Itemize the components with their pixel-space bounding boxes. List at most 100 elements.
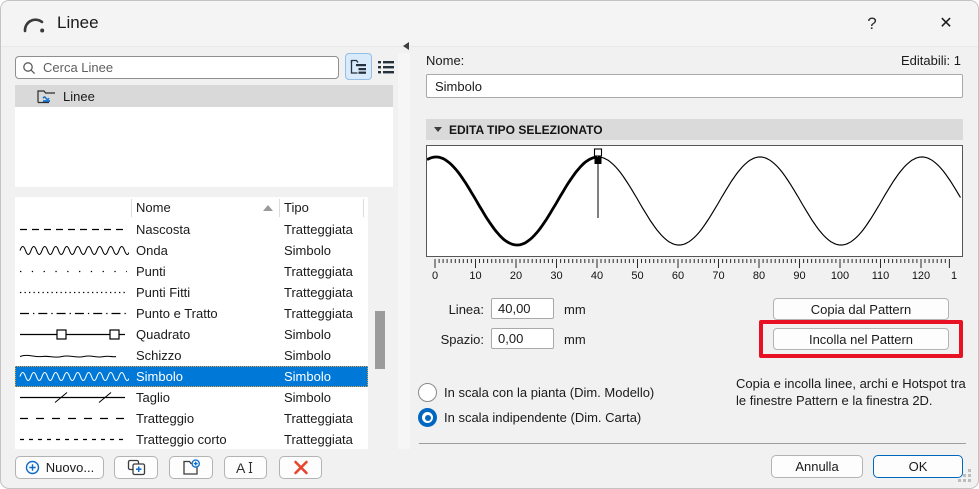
sort-ascending-icon bbox=[263, 205, 273, 211]
paste-to-pattern-button[interactable]: Incolla nel Pattern bbox=[773, 328, 949, 350]
row-type: Simbolo bbox=[284, 243, 331, 258]
tree-view-toggle[interactable] bbox=[345, 53, 372, 80]
list-row[interactable]: Simbolo Simbolo bbox=[15, 366, 368, 387]
radio-model-scale[interactable] bbox=[418, 383, 437, 402]
list-row[interactable]: Onda Simbolo bbox=[15, 240, 368, 261]
list-row[interactable]: Punti Fitti Tratteggiata bbox=[15, 282, 368, 303]
list-row[interactable]: Punto e Tratto Tratteggiata bbox=[15, 303, 368, 324]
svg-text:90: 90 bbox=[793, 270, 805, 281]
folder-tree-view-icon bbox=[350, 59, 366, 74]
list-row[interactable]: Punti Tratteggiata bbox=[15, 261, 368, 282]
tree-root-label: Linee bbox=[63, 88, 95, 104]
delete-x-icon bbox=[293, 460, 308, 475]
scrollbar-thumb[interactable] bbox=[375, 311, 385, 369]
delete-button[interactable] bbox=[279, 456, 322, 479]
plus-circle-icon bbox=[25, 460, 39, 475]
search-field[interactable] bbox=[15, 56, 339, 79]
pattern-wave bbox=[426, 148, 961, 247]
svg-text:A: A bbox=[236, 460, 246, 476]
row-type: Tratteggiata bbox=[284, 306, 353, 321]
rename-button[interactable]: A bbox=[224, 456, 267, 479]
row-type: Simbolo bbox=[284, 348, 331, 363]
row-name: Quadrato bbox=[136, 327, 191, 342]
footer-divider bbox=[419, 443, 966, 444]
new-folder-button[interactable] bbox=[169, 456, 213, 479]
search-input[interactable] bbox=[41, 59, 332, 76]
collapse-arrow-icon bbox=[434, 127, 442, 132]
list-rows: Nascosta Tratteggiata Onda Simbolo Punti… bbox=[15, 219, 368, 449]
duplicate-button[interactable] bbox=[114, 456, 158, 479]
edit-section-header[interactable]: EDITA TIPO SELEZIONATO bbox=[426, 119, 963, 140]
spazio-input[interactable] bbox=[491, 328, 554, 349]
radio-model-scale-label: In scala con la pianta (Dim. Modello) bbox=[444, 385, 655, 400]
row-name: Taglio bbox=[136, 390, 170, 405]
list-row[interactable]: Nascosta Tratteggiata bbox=[15, 219, 368, 240]
pattern-preview[interactable] bbox=[426, 145, 963, 257]
list-row[interactable]: Schizzo Simbolo bbox=[15, 345, 368, 366]
linea-unit: mm bbox=[564, 302, 586, 317]
svg-text:30: 30 bbox=[550, 270, 562, 281]
linea-label: Linea: bbox=[448, 302, 484, 317]
list-row[interactable]: Tratteggio Tratteggiata bbox=[15, 408, 368, 429]
ok-button[interactable]: OK bbox=[873, 455, 963, 478]
svg-text:100: 100 bbox=[831, 270, 849, 281]
tree-root-item[interactable]: Linee bbox=[15, 85, 393, 107]
radio-paper-scale-label: In scala indipendente (Dim. Carta) bbox=[444, 410, 642, 425]
copy-from-pattern-button[interactable]: Copia dal Pattern bbox=[773, 298, 949, 320]
row-name: Punto e Tratto bbox=[136, 306, 218, 321]
folder-tree-panel: Linee bbox=[15, 85, 393, 187]
panel-splitter[interactable] bbox=[398, 53, 410, 449]
svg-text:60: 60 bbox=[672, 270, 684, 281]
list-header: Nome Tipo bbox=[15, 197, 368, 219]
spazio-label: Spazio: bbox=[440, 332, 484, 347]
row-name: Schizzo bbox=[136, 348, 182, 363]
new-button-label: Nuovo... bbox=[45, 460, 95, 475]
svg-text:50: 50 bbox=[631, 270, 643, 281]
row-name: Tratteggio corto bbox=[136, 432, 227, 447]
radio-paper-scale[interactable] bbox=[418, 408, 437, 427]
column-header-name[interactable]: Nome bbox=[136, 200, 171, 215]
splitter-collapse-icon[interactable] bbox=[403, 42, 409, 50]
resize-grip[interactable] bbox=[956, 467, 972, 483]
duplicate-icon bbox=[127, 459, 145, 476]
pattern-ruler: 0 10 20 30 40 50 60 70 80 90 100 110 120 1 bbox=[432, 259, 957, 281]
row-type: Tratteggiata bbox=[284, 264, 353, 279]
svg-text:120: 120 bbox=[912, 270, 930, 281]
list-row[interactable]: Tratteggio corto Tratteggiata bbox=[15, 429, 368, 449]
svg-text:70: 70 bbox=[712, 270, 724, 281]
svg-text:20: 20 bbox=[510, 270, 522, 281]
help-button[interactable]: ? bbox=[857, 9, 887, 39]
svg-text:80: 80 bbox=[753, 270, 765, 281]
name-input[interactable] bbox=[426, 74, 963, 98]
hint-text: Copia e incolla linee, archi e Hotspot t… bbox=[736, 376, 966, 408]
close-button[interactable]: ✕ bbox=[929, 9, 963, 39]
list-row[interactable]: Taglio Simbolo bbox=[15, 387, 368, 408]
pattern-marker-handle bbox=[593, 148, 603, 218]
spazio-unit: mm bbox=[564, 332, 586, 347]
svg-text:40: 40 bbox=[591, 270, 603, 281]
new-button[interactable]: Nuovo... bbox=[15, 456, 104, 479]
row-type: Tratteggiata bbox=[284, 411, 353, 426]
row-name: Tratteggio bbox=[136, 411, 195, 426]
svg-text:10: 10 bbox=[469, 270, 481, 281]
search-icon bbox=[23, 61, 36, 74]
cancel-button[interactable]: Annulla bbox=[771, 455, 863, 478]
new-folder-icon bbox=[182, 459, 200, 475]
linee-dialog: Linee ? ✕ Cerca Linee Linee Nome Tipo Na… bbox=[0, 0, 979, 489]
svg-text:110: 110 bbox=[872, 270, 890, 281]
row-type: Tratteggiata bbox=[284, 432, 353, 447]
column-header-type[interactable]: Tipo bbox=[284, 200, 309, 215]
name-label: Nome: bbox=[426, 53, 465, 68]
row-type: Simbolo bbox=[284, 390, 331, 405]
editable-count: Editabili: 1 bbox=[901, 53, 961, 68]
linea-input[interactable] bbox=[491, 298, 554, 319]
row-name: Nascosta bbox=[136, 222, 191, 237]
row-name: Punti bbox=[136, 264, 166, 279]
line-types-list: Nome Tipo Nascosta Tratteggiata Onda Sim… bbox=[15, 197, 368, 449]
list-view-toggle[interactable] bbox=[374, 55, 398, 79]
row-type: Simbolo bbox=[284, 327, 331, 342]
svg-text:0: 0 bbox=[432, 270, 438, 281]
list-row[interactable]: Quadrato Simbolo bbox=[15, 324, 368, 345]
flat-list-view-icon bbox=[378, 61, 394, 74]
window-title: Linee bbox=[57, 13, 99, 32]
